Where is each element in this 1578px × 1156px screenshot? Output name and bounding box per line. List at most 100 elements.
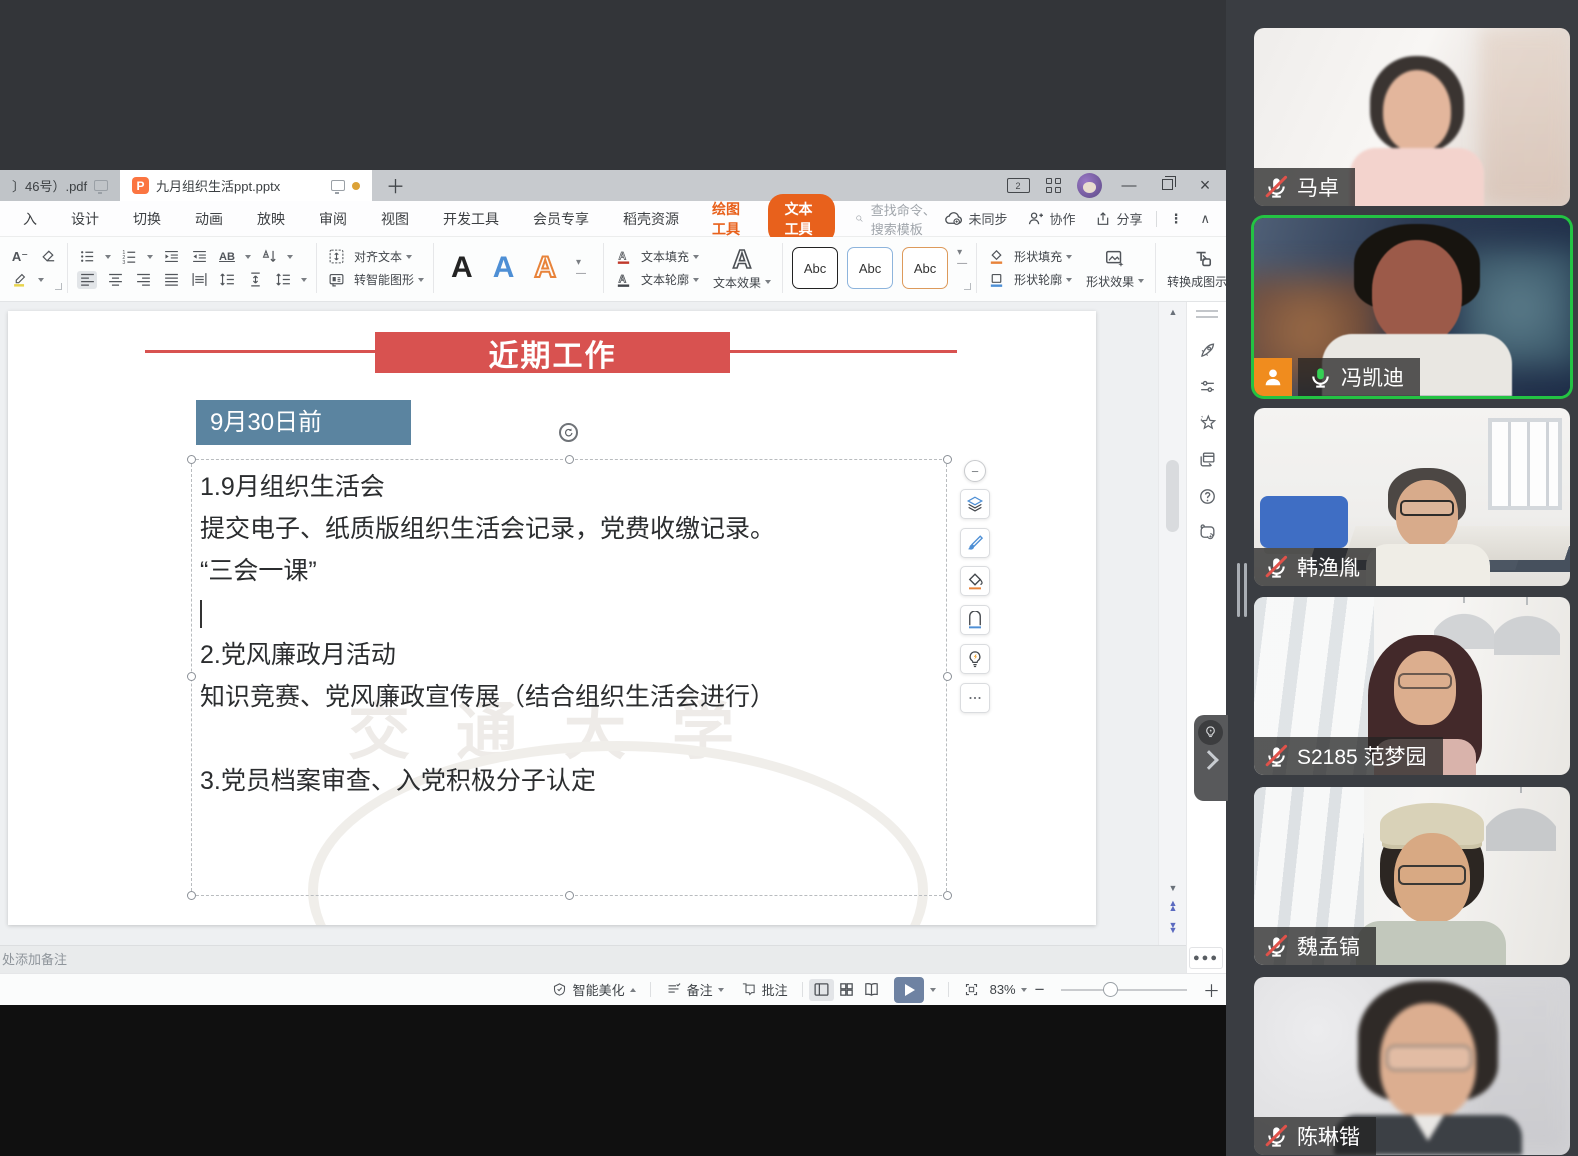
notes-button[interactable]: 备注 xyxy=(657,980,732,999)
smart-graphic-button[interactable]: 转智能图形 xyxy=(354,271,424,288)
new-tab-button[interactable]: ＋ xyxy=(372,170,419,201)
text-direction-button[interactable] xyxy=(259,248,279,266)
command-search[interactable]: 查找命令、搜索模板 xyxy=(855,200,938,238)
workspace-grid-icon[interactable] xyxy=(1046,178,1061,193)
line-spacing-button[interactable] xyxy=(217,271,237,289)
resize-handle-w[interactable] xyxy=(187,672,196,681)
shape-style-orange[interactable]: Abc xyxy=(902,247,948,289)
format-brush-button[interactable] xyxy=(960,528,990,558)
shrink-font-button[interactable]: A⁻ xyxy=(10,248,30,266)
resize-handle-ne[interactable] xyxy=(943,455,952,464)
restore-button[interactable] xyxy=(1156,177,1178,194)
text-effect-button[interactable]: 文本效果 xyxy=(713,274,771,291)
slide-body-text[interactable]: 1.9月组织生活会提交电子、纸质版组织生活会记录，党费收缴记录。“三会一课”2.… xyxy=(200,466,950,802)
slideshow-play-button[interactable] xyxy=(894,977,923,1003)
resize-handle-sw[interactable] xyxy=(187,891,196,900)
shape-style-black[interactable]: Abc xyxy=(792,247,838,289)
next-slide-button[interactable]: ▼▼ xyxy=(1159,920,1187,936)
deadline-label[interactable]: 9月30日前 xyxy=(196,400,411,445)
decrease-indent-button[interactable] xyxy=(161,248,181,266)
normal-view-button[interactable] xyxy=(809,979,834,1001)
line-options-button[interactable] xyxy=(273,271,293,289)
rotate-handle[interactable] xyxy=(559,423,578,442)
menu-item-动画[interactable]: 动画 xyxy=(178,209,240,229)
bullet-list-button[interactable] xyxy=(77,248,97,266)
resize-handle-nw[interactable] xyxy=(187,455,196,464)
participant-tile[interactable]: 冯凯迪 xyxy=(1254,218,1570,396)
help-button[interactable] xyxy=(1195,484,1219,508)
fit-slide-button[interactable] xyxy=(955,981,988,998)
menu-item-开发工具[interactable]: 开发工具 xyxy=(426,209,516,229)
slide-canvas[interactable]: 交通大学 近期工作 9月30日前 1.9月组织生活会提交电子、纸质版组织生活会记… xyxy=(8,311,1096,925)
shape-outline-quick-button[interactable] xyxy=(960,605,990,635)
play-options-caret[interactable] xyxy=(930,988,936,992)
menu-item-设计[interactable]: 设计 xyxy=(54,209,116,229)
wordart-style-3[interactable]: A xyxy=(534,253,556,283)
menu-item-放映[interactable]: 放映 xyxy=(240,209,302,229)
menu-item-稻壳资源[interactable]: 稻壳资源 xyxy=(606,209,696,229)
participant-tile[interactable]: 魏孟镐 xyxy=(1254,787,1570,965)
slide-title[interactable]: 近期工作 xyxy=(375,332,730,373)
notes-bar[interactable]: 处添加备注 xyxy=(0,945,1186,973)
wordart-gallery-expander[interactable]: ▾— xyxy=(576,257,586,279)
highlighter-button[interactable] xyxy=(10,271,30,289)
smart-beautify-button[interactable]: 智能美化 xyxy=(543,980,644,999)
align-right-button[interactable] xyxy=(133,271,153,289)
align-text-button[interactable]: 对齐文本 xyxy=(354,248,412,265)
properties-button[interactable] xyxy=(1195,374,1219,398)
menu-item-入[interactable]: 入 xyxy=(6,209,54,229)
document-tab-pptx[interactable]: P 九月组织生活ppt.pptx xyxy=(120,170,372,201)
vertical-scrollbar[interactable]: ▲ ▼ ▲▲ ▼▼ xyxy=(1158,302,1186,945)
participant-tile[interactable]: 陈琳锴 xyxy=(1254,977,1570,1155)
comments-button[interactable]: 批注 xyxy=(732,980,796,999)
character-spacing-button[interactable]: AB xyxy=(217,248,237,266)
sidebar-drag-handle[interactable] xyxy=(1237,563,1248,617)
menu-item-切换[interactable]: 切换 xyxy=(116,209,178,229)
participant-tile[interactable]: S2185 范梦园 xyxy=(1254,597,1570,775)
resize-handle-n[interactable] xyxy=(565,455,574,464)
justify-button[interactable] xyxy=(161,271,181,289)
previous-slide-button[interactable]: ▲▲ xyxy=(1159,898,1187,914)
slide-sorter-view-button[interactable] xyxy=(834,979,859,1001)
minimize-button[interactable]: — xyxy=(1118,177,1140,194)
shape-outline-button[interactable]: 形状轮廓 xyxy=(1014,271,1072,288)
rail-drag-handle[interactable] xyxy=(1196,310,1218,318)
participant-tile[interactable]: 韩渔胤 xyxy=(1254,408,1570,586)
effects-button[interactable] xyxy=(1195,410,1219,434)
paragraph-spacing-button[interactable] xyxy=(245,271,265,289)
menu-item-视图[interactable]: 视图 xyxy=(364,209,426,229)
close-button[interactable]: × xyxy=(1194,175,1216,196)
wordart-style-1[interactable]: A xyxy=(451,253,473,283)
shape-effect-button[interactable]: 形状效果 xyxy=(1086,273,1144,290)
split-window-icon[interactable]: 2 xyxy=(1007,178,1030,193)
text-outline-button[interactable]: 文本轮廓 xyxy=(641,271,699,288)
tips-bulb-icon[interactable] xyxy=(1198,720,1223,745)
shape-fill-quick-button[interactable] xyxy=(960,566,990,596)
switch-window-button[interactable] xyxy=(1195,447,1219,471)
more-menu-button[interactable]: ⋮ xyxy=(1165,211,1186,227)
tab-draw-tools[interactable]: 绘图工具 xyxy=(696,199,762,239)
shape-style-blue[interactable]: Abc xyxy=(847,247,893,289)
zoom-level-button[interactable]: 83% xyxy=(988,982,1029,997)
zoom-in-button[interactable]: ＋ xyxy=(1197,977,1226,1002)
quick-start-button[interactable] xyxy=(1195,338,1219,362)
scroll-up-arrow[interactable]: ▲ xyxy=(1159,304,1187,320)
resize-handle-se[interactable] xyxy=(943,891,952,900)
wordart-style-2[interactable]: A xyxy=(493,253,515,283)
distribute-button[interactable] xyxy=(189,271,209,289)
menu-item-会员专享[interactable]: 会员专享 xyxy=(516,209,606,229)
reading-view-button[interactable] xyxy=(859,979,884,1001)
smart-suggest-button[interactable] xyxy=(960,644,990,674)
collapse-float-toolbar-button[interactable]: − xyxy=(964,460,986,482)
clear-format-button[interactable] xyxy=(38,248,58,266)
increase-indent-button[interactable] xyxy=(189,248,209,266)
layer-order-button[interactable] xyxy=(960,489,990,519)
skin-center-button[interactable] xyxy=(1195,520,1219,544)
participant-tile[interactable]: 马卓 xyxy=(1254,28,1570,206)
shape-fill-button[interactable]: 形状填充 xyxy=(1014,248,1072,265)
menu-item-审阅[interactable]: 审阅 xyxy=(302,209,364,229)
scroll-down-arrow[interactable]: ▼ xyxy=(1159,880,1187,896)
resize-handle-e[interactable] xyxy=(943,672,952,681)
document-tab-pdf[interactable]: 〕46号）.pdf xyxy=(0,170,120,201)
text-fill-button[interactable]: 文本填充 xyxy=(641,248,699,265)
